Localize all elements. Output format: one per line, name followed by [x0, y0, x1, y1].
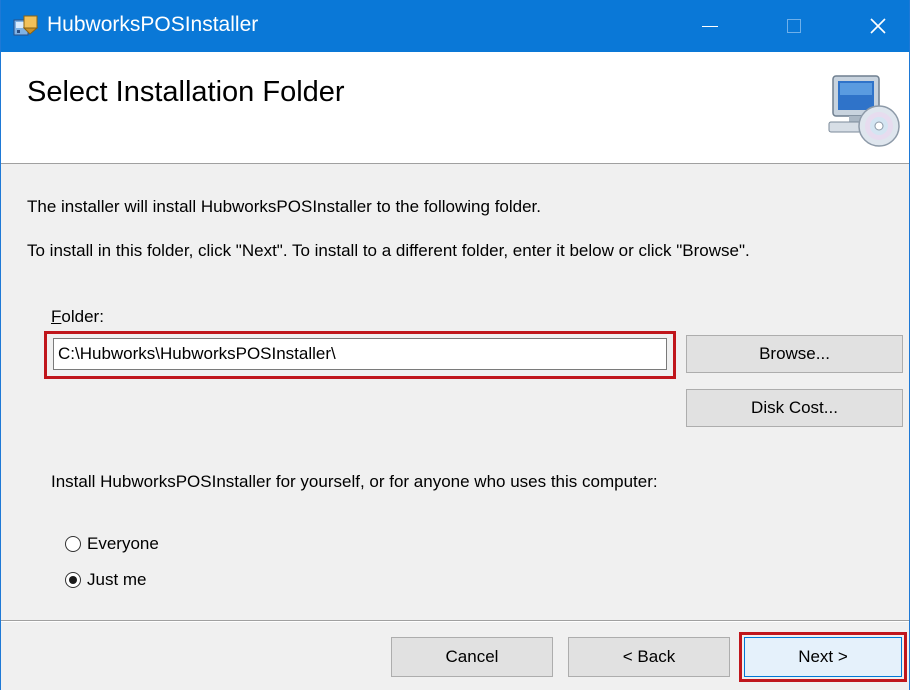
intro-text-1: The installer will install HubworksPOSIn…: [27, 197, 542, 216]
maximize-button[interactable]: [763, 0, 825, 52]
install-scope-text: Install HubworksPOSInstaller for yoursel…: [51, 472, 658, 491]
radio-just-me[interactable]: Just me: [65, 568, 147, 592]
next-button[interactable]: Next >: [744, 637, 902, 677]
computer-cd-icon: [828, 75, 900, 147]
minimize-icon: [702, 25, 718, 27]
close-button[interactable]: [847, 0, 909, 52]
radio-dot: [69, 576, 77, 584]
radio-everyone-label: Everyone: [87, 534, 159, 553]
folder-path-input[interactable]: [53, 338, 667, 370]
folder-label-text: older:: [61, 307, 104, 326]
folder-label: Folder:: [51, 307, 104, 327]
radio-checked-icon[interactable]: [65, 572, 81, 588]
radio-everyone[interactable]: Everyone: [65, 532, 159, 556]
radio-unchecked-icon[interactable]: [65, 536, 81, 552]
browse-button[interactable]: Browse...: [686, 335, 903, 373]
header-banner: Select Installation Folder: [1, 52, 909, 164]
installer-window: HubworksPOSInstaller Select Installation…: [0, 0, 910, 690]
intro-text-2: To install in this folder, click "Next".…: [27, 241, 750, 260]
page-title: Select Installation Folder: [27, 76, 345, 108]
cancel-button[interactable]: Cancel: [391, 637, 553, 677]
disk-cost-button[interactable]: Disk Cost...: [686, 389, 903, 427]
close-icon: [870, 18, 886, 34]
installer-app-icon: [13, 15, 39, 36]
maximize-icon: [787, 19, 801, 33]
folder-label-accelerator: F: [51, 307, 62, 326]
title-bar[interactable]: HubworksPOSInstaller: [1, 0, 909, 52]
minimize-button[interactable]: [679, 0, 741, 52]
back-button[interactable]: < Back: [568, 637, 730, 677]
footer-divider: [1, 620, 909, 622]
radio-just-me-label: Just me: [87, 570, 147, 589]
window-title: HubworksPOSInstaller: [47, 13, 259, 36]
